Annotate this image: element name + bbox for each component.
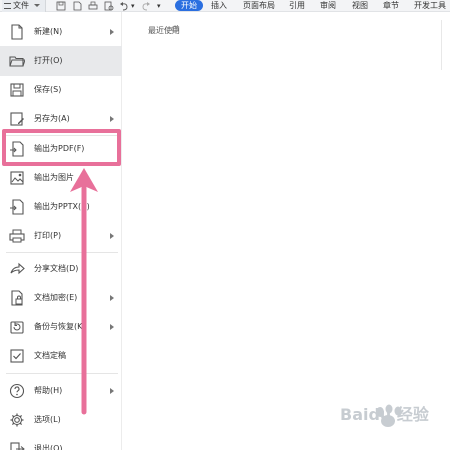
export-pptx-icon [10,199,24,215]
export-image-icon [10,171,24,185]
wps-file-menu-screen: 文件 ▾ ▾ 开始 插入 页面布局 引用 审阅 视图 章节 开发工具 新建(N)… [0,0,450,450]
menu-item-export-image[interactable]: 输出为图片 [0,163,122,193]
finalize-icon [10,349,24,363]
submenu-arrow-icon [110,233,114,239]
file-menu-button[interactable]: 文件 [2,0,46,12]
menu-item-backup-label: 备份与恢复(K) [34,322,86,331]
menu-item-share-label: 分享文档(D) [34,264,79,273]
menu-item-exit-label: 退出(Q) [34,444,63,450]
submenu-arrow-icon [110,116,114,122]
menu-item-print-label: 打印(P) [34,231,62,240]
menu-item-save-label: 保存(S) [34,85,62,94]
submenu-arrow-icon [110,388,114,394]
backup-icon [10,321,24,334]
gear-icon [10,413,24,427]
menu-item-help-label: 帮助(H) [34,386,63,395]
menu-item-options-label: 选项(L) [34,415,61,424]
menu-item-new[interactable]: 新建(N) [0,17,122,47]
menu-item-export-pptx[interactable]: 输出为PPTX(X) [0,192,122,222]
menu-item-open[interactable]: 打开(O) [0,46,122,76]
menu-item-open-label: 打开(O) [34,56,63,65]
watermark-text: Baidu 经验 [340,405,430,424]
menu-item-export-pptx-label: 输出为PPTX(X) [34,202,90,211]
menu-item-finalize[interactable]: 文档定稿 [0,341,122,371]
tab-view[interactable]: 视图 [352,0,368,12]
undo-icon[interactable] [119,1,129,11]
save-as-icon [10,112,24,126]
lock-document-icon [11,290,23,306]
submenu-arrow-icon [110,29,114,35]
chevron-down-icon [33,4,40,7]
folder-open-icon [9,56,25,67]
menu-item-encrypt-label: 文档加密(E) [34,293,78,302]
menu-divider [6,373,118,374]
hamburger-icon [4,3,11,9]
tab-chapter[interactable]: 章节 [383,0,399,12]
save-quick-icon[interactable] [56,1,66,11]
print-quick-icon[interactable] [88,1,98,11]
tab-references[interactable]: 引用 [289,0,305,12]
right-pane-edge [441,20,450,70]
tab-developer[interactable]: 开发工具 [414,0,446,12]
exit-icon [10,442,25,450]
menu-item-save[interactable]: 保存(S) [0,75,122,105]
file-menu-label: 文件 [13,1,29,10]
menu-divider [6,252,118,253]
baidu-watermark-logo: Baidu 经验 [338,396,438,441]
menu-item-options[interactable]: 选项(L) [0,405,122,435]
refresh-icon[interactable] [170,24,180,34]
menu-item-exit[interactable]: 退出(Q) [0,434,122,450]
highlight-box [2,129,121,166]
baidu-paw-icon: Baidu 经验 [340,404,430,427]
top-toolbar: 文件 ▾ ▾ 开始 插入 页面布局 引用 审阅 视图 章节 开发工具 [0,0,450,12]
menu-item-finalize-label: 文档定稿 [34,351,66,360]
tab-review[interactable]: 审阅 [320,0,336,12]
redo-dropdown-icon[interactable]: ▾ [157,0,161,12]
submenu-arrow-icon [110,295,114,301]
menu-item-export-image-label: 输出为图片 [34,173,74,182]
menu-item-new-label: 新建(N) [34,27,63,36]
menu-item-encrypt[interactable]: 文档加密(E) [0,283,122,313]
tab-page-layout[interactable]: 页面布局 [243,0,275,12]
share-icon [10,262,25,275]
new-doc-icon [11,24,23,40]
preview-quick-icon[interactable] [104,1,114,11]
save-icon [10,83,24,97]
export-quick-icon[interactable] [72,1,82,11]
printer-icon [9,229,25,243]
submenu-arrow-icon [110,324,114,330]
menu-item-backup[interactable]: 备份与恢复(K) [0,312,122,342]
redo-icon[interactable] [141,1,151,11]
menu-item-print[interactable]: 打印(P) [0,221,122,251]
menu-item-share[interactable]: 分享文档(D) [0,254,122,284]
menu-item-help[interactable]: 帮助(H) [0,376,122,406]
tab-start[interactable]: 开始 [175,0,203,11]
help-icon [9,383,25,399]
undo-dropdown-icon[interactable]: ▾ [131,0,135,12]
tab-insert[interactable]: 插入 [211,0,227,12]
